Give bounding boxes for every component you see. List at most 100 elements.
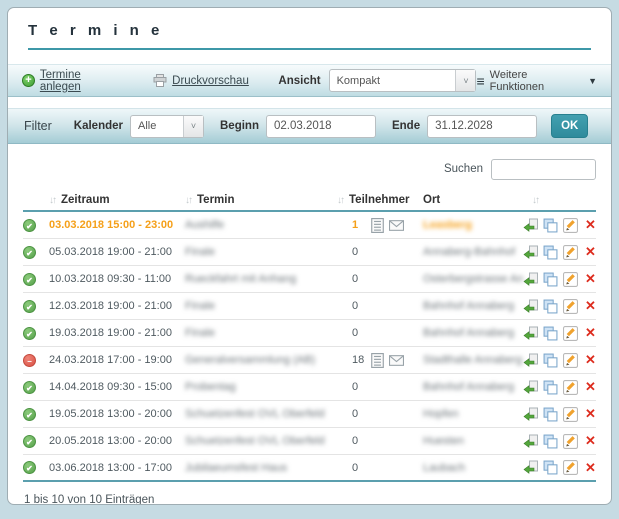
menu-icon: ≡ <box>476 76 484 86</box>
status-icon: ✔ <box>23 300 36 313</box>
begin-label: Beginn <box>220 120 259 132</box>
print-preview-label: Druckvorschau <box>172 75 249 87</box>
termin-value-redacted: Probentag <box>185 381 236 393</box>
participant-list-icon[interactable] <box>370 218 385 233</box>
copy-appointment-icon[interactable] <box>543 218 558 233</box>
copy-appointment-icon[interactable] <box>543 434 558 449</box>
more-functions-button[interactable]: ≡ Weitere Funktionen ▼ <box>476 69 597 93</box>
view-select-value: Kompakt <box>330 70 456 91</box>
email-icon[interactable] <box>389 218 404 233</box>
delete-appointment-icon[interactable]: ✕ <box>583 353 598 368</box>
teilnehmer-count: 0 <box>352 408 368 420</box>
delete-appointment-icon[interactable]: ✕ <box>583 299 598 314</box>
teilnehmer-count: 0 <box>352 273 368 285</box>
sort-icon[interactable]: ↓↑ <box>49 195 55 206</box>
copy-appointment-icon[interactable] <box>543 380 558 395</box>
delete-appointment-icon[interactable]: ✕ <box>583 245 598 260</box>
export-appointment-icon[interactable] <box>523 218 538 233</box>
edit-appointment-icon[interactable] <box>563 407 578 422</box>
edit-appointment-icon[interactable] <box>563 460 578 475</box>
teilnehmer-count: 0 <box>352 300 368 312</box>
export-appointment-icon[interactable] <box>523 326 538 341</box>
calendar-select-value: Alle <box>131 116 183 137</box>
edit-appointment-icon[interactable] <box>563 218 578 233</box>
delete-appointment-icon[interactable]: ✕ <box>583 407 598 422</box>
delete-appointment-icon[interactable]: ✕ <box>583 434 598 449</box>
filter-bar: Filter Kalender Alle ˅ Beginn Ende OK <box>8 108 611 144</box>
sort-icon[interactable]: ↓↑ <box>532 195 538 206</box>
create-appointment-button[interactable]: + Termine anlegen <box>22 69 124 93</box>
termin-value-redacted: Rueckfahrt mit Anhang <box>185 273 296 285</box>
copy-appointment-icon[interactable] <box>543 353 558 368</box>
chevron-down-icon: ˅ <box>183 116 203 137</box>
print-preview-button[interactable]: Druckvorschau <box>153 74 249 87</box>
delete-appointment-icon[interactable]: ✕ <box>583 326 598 341</box>
ok-button[interactable]: OK <box>551 114 588 138</box>
delete-appointment-icon[interactable]: ✕ <box>583 272 598 287</box>
column-header-termin[interactable]: Termin <box>197 194 235 206</box>
ort-value-redacted: Laubach <box>423 462 465 474</box>
edit-appointment-icon[interactable] <box>563 434 578 449</box>
ort-value-redacted: Bahnhof Annaberg <box>423 300 514 312</box>
termin-value-redacted: Finale <box>185 327 215 339</box>
teilnehmer-count: 0 <box>352 435 368 447</box>
sort-icon[interactable]: ↓↑ <box>337 195 343 206</box>
table-row: − 24.03.2018 17:00 - 19:00 Generalversam… <box>23 347 596 374</box>
search-input[interactable] <box>491 159 596 180</box>
teilnehmer-count: 0 <box>352 327 368 339</box>
status-icon: ✔ <box>23 273 36 286</box>
column-header-ort[interactable]: Ort <box>423 194 440 206</box>
termin-value-redacted: Schuetzenfest OVL Oberfeld <box>185 435 325 447</box>
participant-list-icon[interactable] <box>370 353 385 368</box>
edit-appointment-icon[interactable] <box>563 326 578 341</box>
column-header-teilnehmer[interactable]: Teilnehmer <box>349 194 410 206</box>
status-icon: ✔ <box>23 461 36 474</box>
delete-appointment-icon[interactable]: ✕ <box>583 380 598 395</box>
email-icon[interactable] <box>389 353 404 368</box>
copy-appointment-icon[interactable] <box>543 272 558 287</box>
teilnehmer-count: 18 <box>352 354 368 366</box>
export-appointment-icon[interactable] <box>523 299 538 314</box>
status-icon: ✔ <box>23 435 36 448</box>
termin-value-redacted: Aushilfe <box>185 219 224 231</box>
ort-value-redacted: Huesten <box>423 435 464 447</box>
export-appointment-icon[interactable] <box>523 407 538 422</box>
more-functions-label: Weitere Funktionen <box>490 69 583 93</box>
end-date-input[interactable] <box>427 115 537 138</box>
column-header-zeitraum[interactable]: Zeitraum <box>61 194 110 206</box>
teilnehmer-count: 0 <box>352 246 368 258</box>
termin-value-redacted: Generalversammlung (AB) <box>185 354 315 366</box>
export-appointment-icon[interactable] <box>523 353 538 368</box>
table-row: ✔ 14.04.2018 09:30 - 15:00 Probentag 0 <box>23 374 596 401</box>
edit-appointment-icon[interactable] <box>563 380 578 395</box>
copy-appointment-icon[interactable] <box>543 460 558 475</box>
export-appointment-icon[interactable] <box>523 460 538 475</box>
calendar-select[interactable]: Alle ˅ <box>130 115 204 138</box>
zeitraum-value: 14.04.2018 09:30 - 15:00 <box>49 381 172 393</box>
edit-appointment-icon[interactable] <box>563 299 578 314</box>
copy-appointment-icon[interactable] <box>543 299 558 314</box>
delete-appointment-icon[interactable]: ✕ <box>583 460 598 475</box>
zeitraum-value: 03.03.2018 15:00 - 23:00 <box>49 219 173 231</box>
begin-date-input[interactable] <box>266 115 376 138</box>
copy-appointment-icon[interactable] <box>543 326 558 341</box>
export-appointment-icon[interactable] <box>523 380 538 395</box>
appointments-table: ↓↑ Zeitraum ↓↑ Termin ↓↑ Teilnehmer Ort … <box>23 190 596 482</box>
table-row: ✔ 20.05.2018 13:00 - 20:00 Schuetzenfest… <box>23 428 596 455</box>
teilnehmer-count: 1 <box>352 219 368 231</box>
view-select[interactable]: Kompakt ˅ <box>329 69 477 92</box>
copy-appointment-icon[interactable] <box>543 407 558 422</box>
printer-icon <box>153 74 167 87</box>
export-appointment-icon[interactable] <box>523 245 538 260</box>
edit-appointment-icon[interactable] <box>563 272 578 287</box>
sort-icon[interactable]: ↓↑ <box>185 195 191 206</box>
status-icon: ✔ <box>23 219 36 232</box>
edit-appointment-icon[interactable] <box>563 353 578 368</box>
termin-value-redacted: Finale <box>185 246 215 258</box>
export-appointment-icon[interactable] <box>523 272 538 287</box>
zeitraum-value: 19.05.2018 13:00 - 20:00 <box>49 408 172 420</box>
copy-appointment-icon[interactable] <box>543 245 558 260</box>
export-appointment-icon[interactable] <box>523 434 538 449</box>
delete-appointment-icon[interactable]: ✕ <box>583 218 598 233</box>
edit-appointment-icon[interactable] <box>563 245 578 260</box>
